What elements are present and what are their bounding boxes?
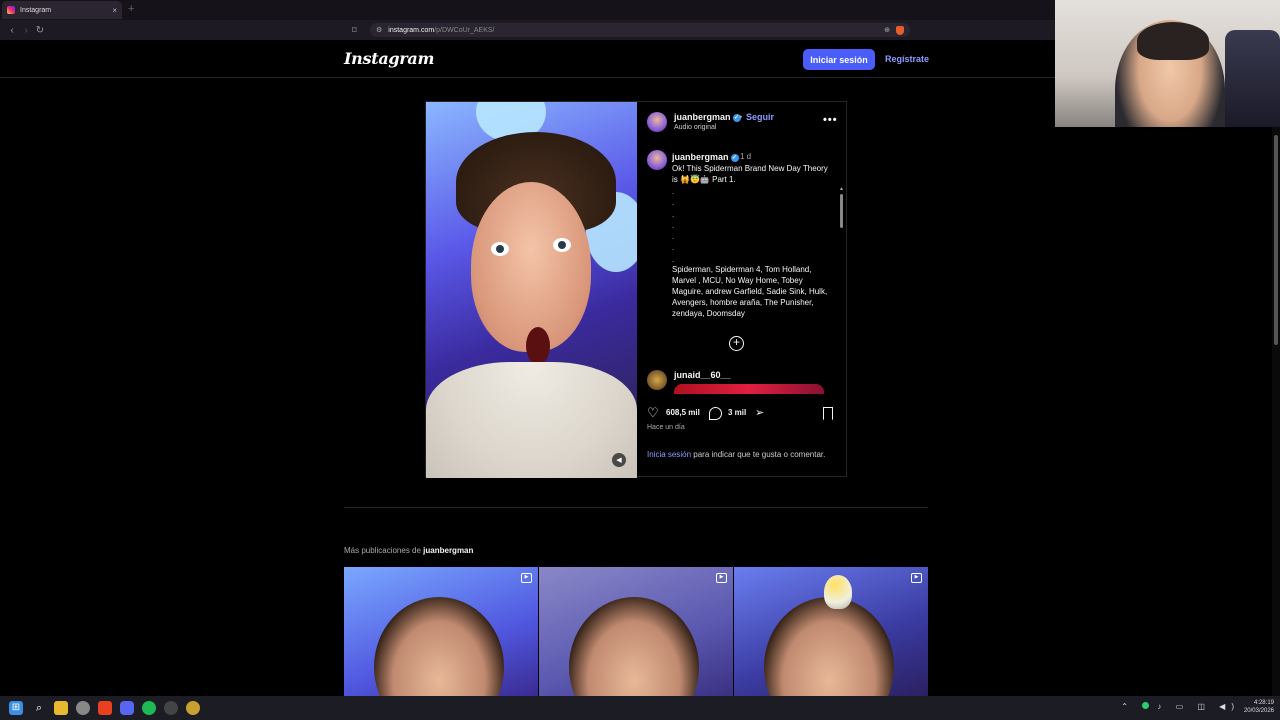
thumbnail-person: [374, 597, 504, 696]
login-prompt-link[interactable]: Inicia sesión: [647, 450, 691, 459]
thumbnail-person: [569, 597, 699, 696]
clock-time: 4:28:19: [1253, 700, 1274, 706]
section-divider: [344, 507, 928, 508]
clock-date: 20/03/2026: [1243, 708, 1274, 714]
instagram-page: Instagram Iniciar sesión Regístrate ◀ ju…: [0, 40, 1280, 696]
caption-username[interactable]: juanbergman ✓: [672, 152, 739, 162]
load-more-comments-icon[interactable]: +: [729, 336, 744, 351]
like-icon[interactable]: ♡: [647, 405, 659, 421]
commenter-username[interactable]: junaid__60__: [674, 370, 731, 380]
reel-icon: ▶: [521, 573, 532, 583]
caption-time: 1 d: [740, 152, 752, 161]
more-options-icon[interactable]: •••: [823, 114, 838, 126]
signup-link[interactable]: Regístrate: [885, 54, 929, 64]
settings-icon[interactable]: [76, 701, 90, 715]
back-arrow-icon[interactable]: ‹: [5, 25, 19, 36]
reel-icon: ▶: [716, 573, 727, 583]
gaming-chair: [1225, 30, 1280, 127]
page-scroll-thumb[interactable]: [1274, 135, 1278, 345]
post-time-ago: Hace un día: [647, 424, 685, 431]
person-eye: [491, 242, 509, 256]
cockatiel-bird: [824, 575, 852, 609]
commenter-avatar[interactable]: [647, 370, 667, 390]
person-face: [471, 182, 591, 352]
more-posts-prefix: Más publicaciones de: [344, 546, 424, 555]
post-thumbnail[interactable]: ▶: [344, 567, 538, 696]
audio-label[interactable]: Audio original: [674, 124, 716, 131]
address-bar[interactable]: ⚙ instagram.com /p/DWCoUr_AEKS/ ⊕: [370, 23, 910, 37]
bookmark-icon[interactable]: ⌑: [352, 25, 357, 36]
person-sweater: [426, 362, 637, 478]
like-count: 608,5 mil: [666, 408, 700, 417]
person-mouth: [526, 327, 550, 365]
post-thumbnail[interactable]: ▶: [734, 567, 928, 696]
windows-taskbar: ⊞ ⌕ ⌃ ♪ ▭ ◫ ◀) 4:28:19 20/03/2026: [0, 696, 1280, 720]
post-header: juanbergman ✓ • Seguir Audio original •••: [637, 102, 846, 140]
comment-count: 3 mil: [728, 408, 747, 417]
system-tray[interactable]: ⌃ ♪ ▭ ◫ ◀): [1121, 702, 1240, 711]
caption-area[interactable]: juanbergman ✓ 1 d Ok! This Spiderman Bran…: [637, 144, 846, 394]
login-prompt: Inicia sesión para indicar que te gusta …: [647, 449, 837, 460]
post-sidebar: juanbergman ✓ • Seguir Audio original •••…: [637, 102, 846, 476]
url-host: instagram.com: [388, 26, 435, 34]
scroll-thumb[interactable]: [840, 194, 843, 228]
save-icon[interactable]: [823, 407, 833, 420]
more-posts-username[interactable]: juanbergman: [423, 546, 473, 555]
caption-avatar[interactable]: [647, 150, 667, 170]
new-tab-icon[interactable]: +: [128, 3, 134, 15]
more-posts-heading: Más publicaciones de juanbergman: [344, 546, 473, 555]
separator-dot: •: [739, 112, 743, 122]
share-icon[interactable]: ➢: [755, 406, 764, 419]
instagram-favicon-icon: [7, 6, 15, 14]
page-scrollbar[interactable]: [1272, 127, 1280, 696]
comment-icon[interactable]: [709, 407, 722, 420]
caption-scrollbar[interactable]: ▲ ▼: [839, 186, 844, 394]
app-icon[interactable]: [164, 701, 178, 715]
site-info-icon[interactable]: ⚙: [376, 26, 382, 34]
spotify-icon[interactable]: [142, 701, 156, 715]
search-icon[interactable]: ⌕: [32, 701, 46, 715]
forward-arrow-icon[interactable]: ›: [19, 25, 33, 36]
person-eye: [553, 238, 571, 252]
file-explorer-icon[interactable]: [54, 701, 68, 715]
post-thumbnail[interactable]: ▶: [539, 567, 733, 696]
tab-close-icon[interactable]: ×: [112, 6, 117, 15]
zoom-icon[interactable]: ⊕: [884, 26, 890, 34]
discord-icon[interactable]: [120, 701, 134, 715]
taskbar-clock[interactable]: 4:28:19 20/03/2026: [1244, 699, 1274, 715]
status-icon[interactable]: [1142, 702, 1150, 709]
more-posts-grid: ▶ ▶ ▶: [344, 567, 928, 696]
app-icon[interactable]: [186, 701, 200, 715]
login-prompt-text: para indicar que te gusta o comentar.: [691, 450, 826, 459]
thumbnail-person: [764, 597, 894, 696]
author-avatar[interactable]: [647, 112, 667, 132]
scroll-up-icon[interactable]: ▲: [839, 186, 844, 192]
verified-badge-icon: ✓: [730, 153, 739, 162]
mute-icon[interactable]: ◀: [612, 453, 626, 467]
tab-instagram[interactable]: Instagram ×: [2, 1, 122, 19]
post-card: ◀ juanbergman ✓ • Seguir Audio original •…: [425, 101, 847, 478]
login-button[interactable]: Iniciar sesión: [803, 49, 875, 70]
caption-text: Ok! This Spiderman Brand New Day Theory …: [672, 164, 828, 184]
author-username[interactable]: juanbergman ✓: [674, 112, 741, 122]
reel-icon: ▶: [911, 573, 922, 583]
instagram-logo[interactable]: Instagram: [344, 49, 434, 68]
url-path: /p/DWCoUr_AEKS/: [434, 26, 495, 34]
comment-image: [674, 384, 824, 394]
caption-dots: . . . . . . .: [672, 187, 675, 264]
follow-button[interactable]: Seguir: [746, 112, 774, 122]
webcam-overlay: [1055, 0, 1280, 127]
windows-start-icon[interactable]: ⊞: [9, 701, 23, 715]
caption-tags: Spiderman, Spiderman 4, Tom Holland, Mar…: [672, 265, 828, 318]
brave-shield-icon[interactable]: [896, 25, 904, 35]
post-video[interactable]: ◀: [426, 102, 637, 478]
reload-icon[interactable]: ↻: [33, 25, 47, 36]
tab-title: Instagram: [20, 6, 52, 14]
brave-browser-icon[interactable]: [98, 701, 112, 715]
streamer-hair: [1137, 22, 1209, 60]
action-bar: ♡ 608,5 mil 3 mil ➢: [637, 402, 846, 426]
